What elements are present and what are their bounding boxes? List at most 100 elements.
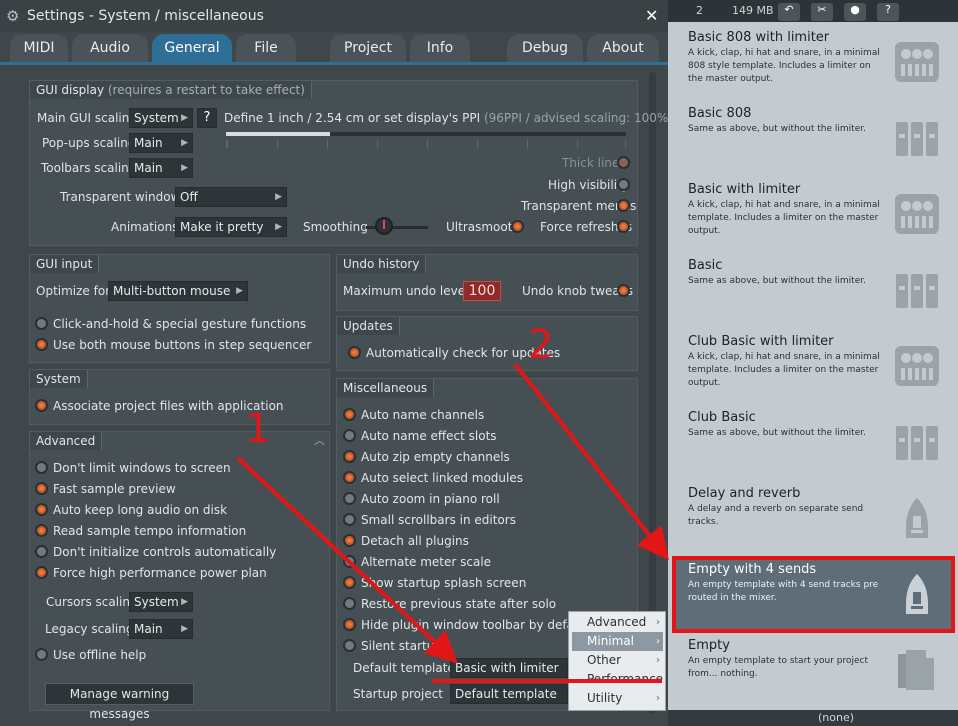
tab-general[interactable]: General — [152, 34, 232, 62]
help-button[interactable]: ? — [197, 108, 217, 128]
title-bar: ⚙ Settings - System / miscellaneous ✕ — [0, 0, 668, 32]
misc-option-11-radio[interactable] — [343, 639, 356, 652]
advanced-option-2-radio[interactable] — [35, 503, 48, 516]
tab-debug[interactable]: Debug — [507, 34, 583, 62]
menu-item-advanced[interactable]: Advanced › — [572, 613, 663, 632]
misc-option-0-label: Auto name channels — [361, 408, 485, 422]
gear-icon: ⚙ — [6, 7, 20, 25]
advanced-option-3-radio[interactable] — [35, 524, 48, 537]
help-icon[interactable]: ? — [877, 3, 899, 21]
optimize-for-label: Optimize for — [36, 284, 111, 298]
tab-audio[interactable]: Audio — [72, 34, 148, 62]
undo-icon[interactable]: ↶ — [778, 3, 800, 21]
template-item[interactable]: Basic Same as above, but without the limi… — [688, 258, 888, 288]
tab-midi[interactable]: MIDI — [10, 34, 68, 62]
template-title: Basic with limiter — [688, 182, 801, 197]
misc-option-6-radio[interactable] — [343, 534, 356, 547]
menu-item-minimal[interactable]: Minimal › — [572, 632, 663, 651]
advanced-option-1-label: Fast sample preview — [53, 482, 176, 496]
tab-info[interactable]: Info — [410, 34, 470, 62]
template-description: A kick, clap, hi hat and snare, in a min… — [688, 200, 880, 236]
ppi-slider[interactable] — [226, 132, 626, 136]
close-icon[interactable]: ✕ — [645, 6, 658, 25]
template-item[interactable]: Basic 808 Same as above, but without the … — [688, 106, 888, 136]
thick-lines-radio[interactable] — [617, 156, 630, 169]
menu-item-other[interactable]: Other › — [572, 651, 663, 670]
template-title: Delay and reverb — [688, 486, 801, 501]
template-item[interactable]: Basic 808 with limiter A kick, clap, hi h… — [688, 30, 888, 86]
toolbars-scaling-dropdown[interactable]: Main ▶ — [129, 158, 193, 178]
template-item[interactable]: Club Basic with limiter A kick, clap, hi … — [688, 334, 888, 390]
legacy-scaling-label: Legacy scaling — [45, 622, 134, 636]
cut-icon[interactable]: ✂ — [811, 3, 833, 21]
high-visibility-radio[interactable] — [617, 178, 630, 191]
template-description: Same as above, but without the limiter. — [688, 276, 866, 286]
chevron-right-icon: › — [656, 655, 660, 666]
misc-option-2-label: Auto zip empty channels — [361, 450, 510, 464]
template-item[interactable]: Delay and reverb A delay and a reverb on … — [688, 486, 888, 529]
misc-option-3-label: Auto select linked modules — [361, 471, 523, 485]
misc-option-5-radio[interactable] — [343, 513, 356, 526]
advanced-option-4-radio[interactable] — [35, 545, 48, 558]
template-description: An empty template to start your project … — [688, 656, 868, 679]
chevron-up-icon[interactable]: ︿ — [314, 432, 325, 448]
menu-item-utility[interactable]: Utility › — [572, 689, 663, 708]
drum-machine-icon — [894, 344, 940, 388]
transparent-menus-radio[interactable] — [617, 199, 630, 212]
misc-option-10-label: Hide plugin window toolbar by default — [361, 618, 590, 632]
microphone-icon[interactable]: ● — [844, 3, 866, 21]
max-undo-label: Maximum undo levels — [343, 284, 475, 298]
ultrasmooth-radio[interactable] — [511, 220, 524, 233]
smoothing-knob-icon[interactable] — [375, 217, 393, 235]
advanced-option-5-radio[interactable] — [35, 566, 48, 579]
default-template-dropdown[interactable]: Basic with limiter — [450, 658, 568, 678]
template-item[interactable]: Club Basic Same as above, but without the… — [688, 410, 888, 440]
system-title: System — [30, 370, 88, 388]
click-hold-radio[interactable] — [35, 317, 48, 330]
template-item[interactable]: Empty with 4 sends An empty template with… — [688, 562, 888, 605]
misc-option-4-radio[interactable] — [343, 492, 356, 505]
force-refreshes-radio[interactable] — [617, 220, 630, 233]
click-hold-label: Click-and-hold & special gesture functio… — [53, 317, 307, 331]
bottom-value: (none) — [818, 711, 855, 724]
auto-check-radio[interactable] — [348, 346, 361, 359]
undo-knob-radio[interactable] — [617, 284, 630, 297]
max-undo-value[interactable]: 100 — [463, 281, 501, 301]
chevron-right-icon: ▶ — [236, 286, 243, 296]
cursors-scaling-dropdown[interactable]: System ▶ — [129, 592, 193, 612]
misc-option-3-radio[interactable] — [343, 471, 356, 484]
tab-file[interactable]: File — [236, 34, 296, 62]
menu-item-performance[interactable]: Performance › — [572, 670, 663, 689]
startup-project-label: Startup project — [353, 687, 443, 701]
misc-option-1-radio[interactable] — [343, 429, 356, 442]
misc-option-10-radio[interactable] — [343, 618, 356, 631]
advanced-option-1-radio[interactable] — [35, 482, 48, 495]
template-item[interactable]: Empty An empty template to start your pro… — [688, 638, 888, 681]
advanced-option-0-radio[interactable] — [35, 461, 48, 474]
misc-option-0-radio[interactable] — [343, 408, 356, 421]
startup-project-dropdown[interactable]: Default template — [450, 684, 568, 704]
manage-warnings-button[interactable]: Manage warning messages — [45, 683, 194, 721]
optimize-for-dropdown[interactable]: Multi-button mouse ▶ — [108, 281, 248, 301]
template-title: Basic 808 — [688, 106, 752, 121]
animations-dropdown[interactable]: Make it pretty ▶ — [175, 217, 287, 237]
tab-about[interactable]: About — [587, 34, 659, 62]
main-gui-scaling-dropdown[interactable]: System ▶ — [129, 108, 193, 128]
tab-project[interactable]: Project — [330, 34, 406, 62]
misc-option-7-radio[interactable] — [343, 555, 356, 568]
associate-radio[interactable] — [35, 399, 48, 412]
offline-help-radio[interactable] — [35, 648, 48, 661]
misc-option-2-radio[interactable] — [343, 450, 356, 463]
chevron-right-icon: ▶ — [181, 163, 188, 173]
cpu-readout: 2 — [696, 4, 703, 17]
template-item[interactable]: Basic with limiter A kick, clap, hi hat a… — [688, 182, 888, 238]
misc-option-8-radio[interactable] — [343, 576, 356, 589]
popups-scaling-dropdown[interactable]: Main ▶ — [129, 133, 193, 153]
misc-option-11-label: Silent startup — [361, 639, 442, 653]
legacy-scaling-dropdown[interactable]: Main ▶ — [129, 619, 193, 639]
ultrasmooth-label: Ultrasmooth — [446, 220, 521, 234]
both-buttons-radio[interactable] — [35, 338, 48, 351]
misc-option-9-radio[interactable] — [343, 597, 356, 610]
transparent-windows-dropdown[interactable]: Off ▶ — [175, 187, 287, 207]
advanced-option-3-label: Read sample tempo information — [53, 524, 247, 538]
